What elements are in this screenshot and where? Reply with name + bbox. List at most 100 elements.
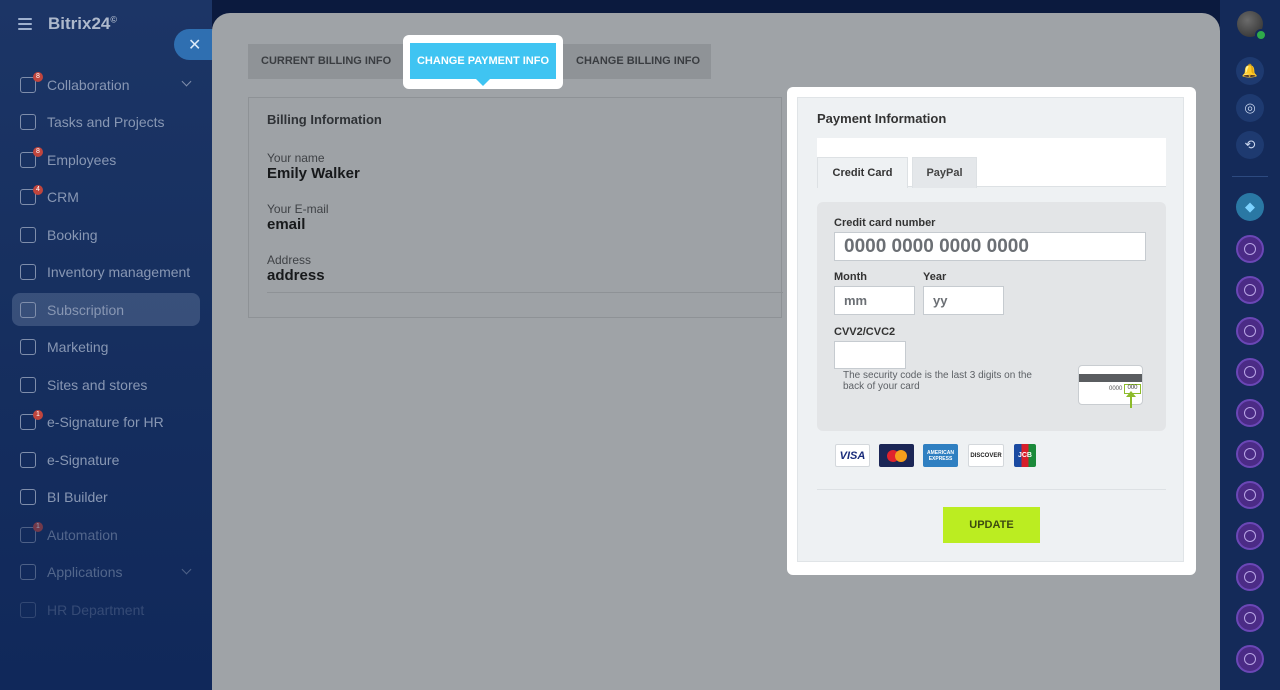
sidebar-item-applications[interactable]: Applications xyxy=(12,556,200,589)
sidebar-item-tasks[interactable]: Tasks and Projects xyxy=(12,106,200,139)
box-icon xyxy=(20,264,36,280)
payment-information-popup: Payment Information Credit Card PayPal C… xyxy=(787,87,1196,575)
month-input[interactable]: mm xyxy=(834,286,915,315)
payment-inner: Payment Information Credit Card PayPal C… xyxy=(797,97,1184,562)
sidebar-item-inventory[interactable]: Inventory management xyxy=(12,256,200,289)
sidebar-item-label: Employees xyxy=(47,151,117,168)
avatar[interactable] xyxy=(1237,11,1267,41)
sidebar-item-label: Automation xyxy=(47,526,118,543)
open-line-icon[interactable] xyxy=(1236,522,1264,550)
menu-icon[interactable] xyxy=(18,18,32,30)
brand-row: Bitrix24© xyxy=(18,14,117,34)
open-line-icon[interactable] xyxy=(1236,440,1264,468)
update-button[interactable]: UPDATE xyxy=(943,507,1040,543)
card-number-label: Credit card number xyxy=(834,217,936,229)
chart-icon xyxy=(20,489,36,505)
tab-change-payment-info[interactable]: CHANGE PAYMENT INFO xyxy=(410,43,556,86)
sidebar-item-employees[interactable]: 8 Employees xyxy=(12,143,200,176)
sidebar-item-esignature[interactable]: e-Signature xyxy=(12,443,200,476)
tab-current-billing-info[interactable]: CURRENT BILLING INFO xyxy=(248,44,403,79)
sidebar-item-hr-department[interactable]: HR Department xyxy=(12,593,200,626)
sidebar-nav: 8 Collaboration Tasks and Projects 8 Emp… xyxy=(12,68,200,631)
online-status-icon xyxy=(1255,29,1267,41)
year-label: Year xyxy=(923,271,947,283)
name-value: Emily Walker xyxy=(267,165,360,182)
sidebar-item-label: BI Builder xyxy=(47,489,108,505)
open-line-icon[interactable] xyxy=(1236,276,1264,304)
month-label: Month xyxy=(834,271,867,283)
sidebar-item-label: Collaboration xyxy=(47,76,130,93)
jcb-logo-icon: JCB xyxy=(1014,444,1036,467)
sidebar-item-label: CRM xyxy=(47,189,79,205)
sidebar-item-crm[interactable]: 4 CRM xyxy=(12,181,200,214)
cvv-help-text: The security code is the last 3 digits o… xyxy=(843,370,1032,392)
notification-badge: 1 xyxy=(33,409,43,420)
calendar-icon xyxy=(20,226,36,243)
sidebar-item-label: Sites and stores xyxy=(47,376,148,393)
sidebar-item-label: Inventory management xyxy=(47,264,191,280)
sidebar-item-bi-builder[interactable]: BI Builder xyxy=(12,481,200,514)
sidebar-item-label: e-Signature for HR xyxy=(47,414,164,430)
arrow-up-icon xyxy=(1126,391,1136,408)
open-line-icon[interactable] xyxy=(1236,399,1264,427)
copilot-icon[interactable]: ◎ xyxy=(1236,94,1264,122)
chevron-down-icon xyxy=(181,76,192,87)
right-rail: 🔔 ◎ ⟲ ◆ xyxy=(1220,0,1280,690)
visa-logo-icon: VISA xyxy=(835,444,870,467)
discover-logo-icon: DISCOVER xyxy=(968,444,1004,467)
sidebar-item-automation[interactable]: 1 Automation xyxy=(12,518,200,551)
sidebar-item-label: Marketing xyxy=(47,339,109,355)
open-line-icon[interactable] xyxy=(1236,481,1264,509)
amex-logo-icon: AMERICAN EXPRESS xyxy=(923,444,958,467)
hr-icon xyxy=(20,601,36,618)
mastercard-logo-icon xyxy=(879,444,914,467)
open-line-icon[interactable] xyxy=(1236,604,1264,632)
apps-icon xyxy=(20,564,36,580)
bell-icon[interactable]: 🔔 xyxy=(1236,57,1264,85)
notification-badge: 8 xyxy=(33,72,43,82)
sidebar-item-booking[interactable]: Booking xyxy=(12,218,200,251)
chevron-down-icon xyxy=(181,564,192,574)
tab-credit-card[interactable]: Credit Card xyxy=(817,157,908,188)
address-value: address xyxy=(267,267,325,284)
open-line-icon[interactable] xyxy=(1236,563,1264,591)
left-sidebar: Bitrix24© 8 Collaboration Tasks and Proj… xyxy=(0,0,212,690)
email-label: Your E-mail xyxy=(267,202,329,216)
magnetic-stripe xyxy=(1079,374,1142,382)
sidebar-item-label: e-Signature xyxy=(47,451,120,468)
card-back-icon: 0000 000 xyxy=(1078,365,1143,408)
year-input[interactable]: yy xyxy=(923,286,1004,315)
credit-card-form: Credit card number 0000 0000 0000 0000 M… xyxy=(817,202,1166,431)
open-line-icon[interactable] xyxy=(1236,358,1264,386)
open-line-icon[interactable] xyxy=(1236,645,1264,673)
open-line-icon[interactable] xyxy=(1236,317,1264,345)
sidebar-item-subscription[interactable]: Subscription xyxy=(12,293,200,326)
chat-icon[interactable]: ⟲ xyxy=(1236,131,1264,159)
billing-information-card: Billing Information Your name Emily Walk… xyxy=(248,97,783,318)
sidebar-item-collaboration[interactable]: 8 Collaboration xyxy=(12,68,200,101)
divider xyxy=(267,292,783,293)
card-number-input[interactable]: 0000 0000 0000 0000 xyxy=(834,232,1146,261)
payment-title: Payment Information xyxy=(817,111,947,126)
tab-paypal[interactable]: PayPal xyxy=(912,157,977,188)
sidebar-item-sites[interactable]: Sites and stores xyxy=(12,368,200,401)
name-label: Your name xyxy=(267,151,325,165)
target-icon xyxy=(20,339,36,355)
billing-title: Billing Information xyxy=(267,112,382,127)
sidebar-item-esignature-hr[interactable]: 1 e-Signature for HR xyxy=(12,406,200,439)
sidebar-item-marketing[interactable]: Marketing xyxy=(12,331,200,364)
email-value: email xyxy=(267,216,306,233)
notification-badge: 8 xyxy=(33,147,43,157)
notification-badge: 4 xyxy=(33,184,43,195)
notification-badge: 1 xyxy=(33,522,43,532)
market-app-icon[interactable]: ◆ xyxy=(1236,193,1264,221)
rail-divider xyxy=(1232,176,1268,177)
cvv-input[interactable] xyxy=(834,341,906,369)
brand-name: Bitrix24© xyxy=(48,14,118,33)
open-line-icon[interactable] xyxy=(1236,235,1264,263)
sidebar-item-label: Tasks and Projects xyxy=(47,114,165,130)
cart-icon xyxy=(20,376,36,393)
sidebar-item-label: Applications xyxy=(47,564,123,580)
tab-change-billing-info[interactable]: CHANGE BILLING INFO xyxy=(563,44,711,79)
sidebar-item-label: Subscription xyxy=(47,301,125,318)
